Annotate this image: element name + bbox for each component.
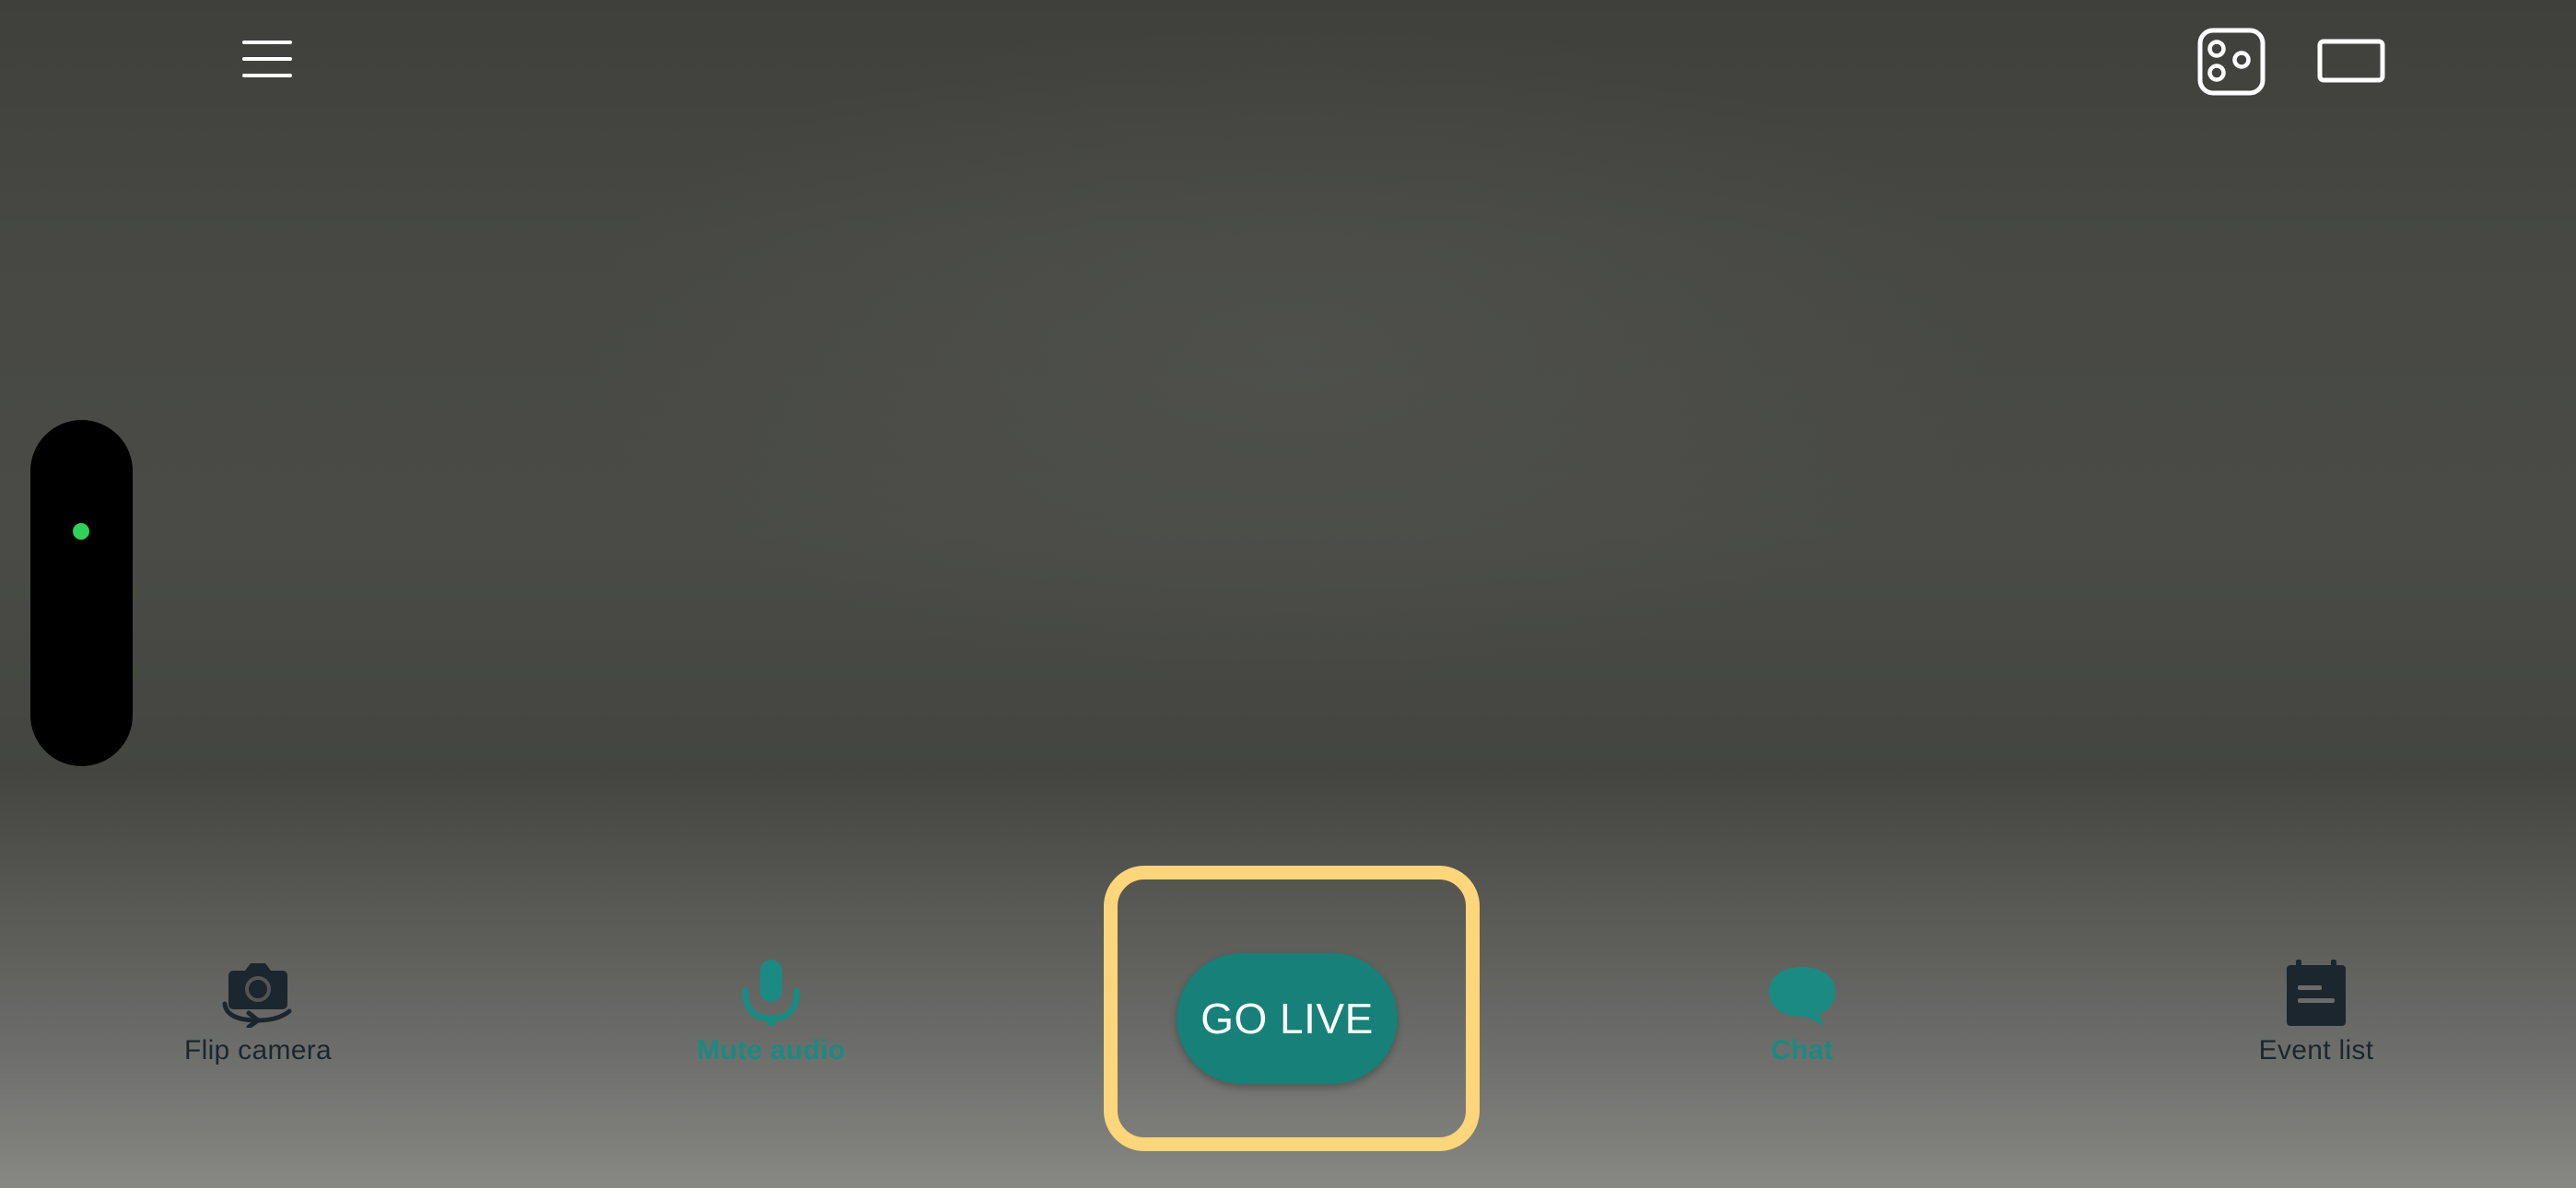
chat-label: Chat: [1771, 1035, 1833, 1066]
mute-audio-label: Mute audio: [697, 1035, 846, 1066]
microphone-icon: [742, 960, 801, 1026]
event-list-button[interactable]: Event list: [2215, 958, 2418, 1077]
camera-layout-icon: [2197, 28, 2266, 96]
chat-button[interactable]: Chat: [1701, 958, 1903, 1077]
camera-layout-button[interactable]: [2195, 26, 2268, 98]
aspect-ratio-icon: [2317, 39, 2385, 83]
mute-audio-button[interactable]: Mute audio: [670, 958, 872, 1077]
event-list-label: Event list: [2258, 1035, 2374, 1066]
chat-bubble-icon: [1769, 967, 1835, 1026]
flip-camera-label: Flip camera: [183, 1035, 332, 1066]
hamburger-menu-icon: [242, 41, 292, 77]
event-list-icon: [2287, 960, 2346, 1026]
live-indicator-dot: [73, 523, 89, 540]
aspect-ratio-button[interactable]: [2314, 35, 2388, 87]
menu-button[interactable]: [230, 33, 304, 85]
flip-camera-icon: [222, 963, 292, 1028]
go-live-button[interactable]: GO LIVE: [1177, 953, 1398, 1084]
flip-camera-button[interactable]: Flip camera: [157, 958, 359, 1077]
zoom-slider[interactable]: [30, 420, 133, 766]
